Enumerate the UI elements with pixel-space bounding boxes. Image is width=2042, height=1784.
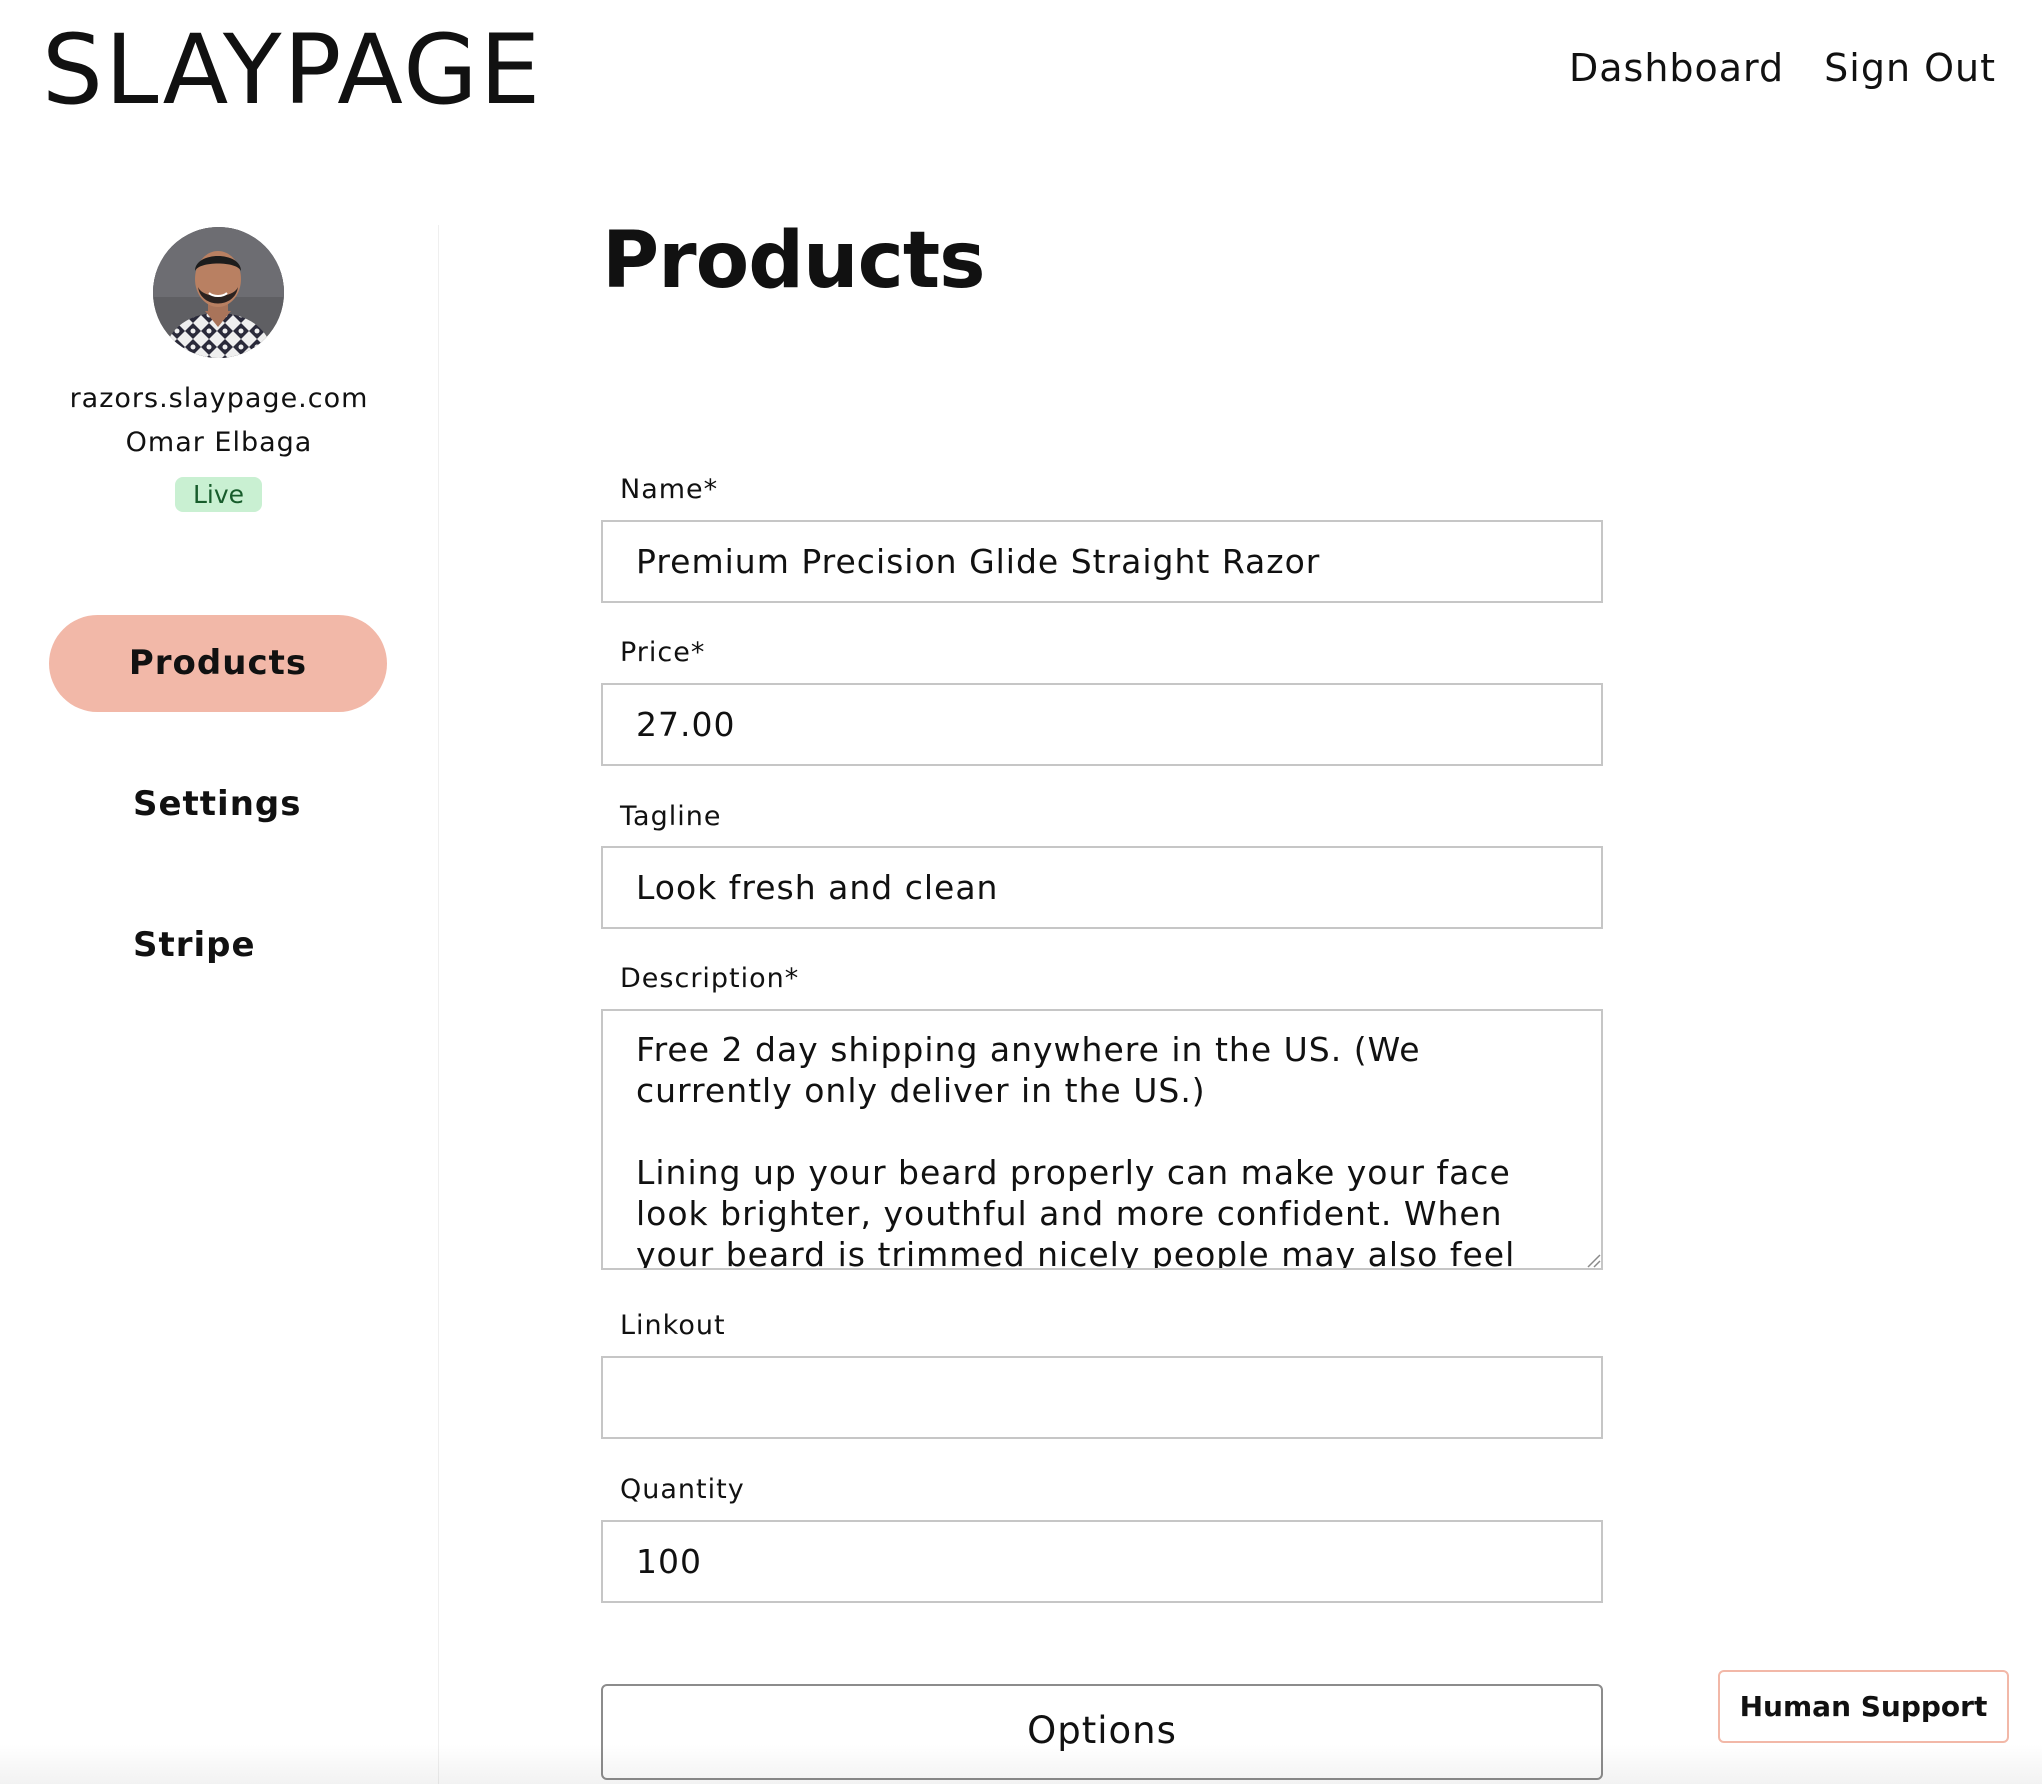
avatar-image: [153, 227, 284, 358]
name-input[interactable]: Premium Precision Glide Straight Razor: [601, 520, 1603, 603]
profile-domain: razors.slaypage.com: [69, 383, 369, 414]
quantity-label: Quantity: [620, 1474, 745, 1505]
nav-dashboard-link[interactable]: Dashboard: [1569, 46, 1784, 90]
sidebar: razors.slaypage.com Omar Elbaga Live Pro…: [0, 225, 439, 1784]
price-label: Price*: [620, 637, 706, 668]
logo[interactable]: SLAYPAGE: [42, 22, 542, 118]
sidebar-item-stripe[interactable]: Stripe: [49, 897, 387, 994]
name-label: Name*: [620, 474, 719, 505]
linkout-input[interactable]: [601, 1356, 1603, 1439]
top-nav: Dashboard Sign Out: [1569, 46, 1996, 90]
human-support-button[interactable]: Human Support: [1718, 1670, 2009, 1743]
description-textarea[interactable]: Free 2 day shipping anywhere in the US. …: [601, 1009, 1603, 1270]
page-title: Products: [602, 216, 986, 306]
linkout-label: Linkout: [620, 1310, 726, 1341]
sidebar-item-products[interactable]: Products: [49, 615, 387, 712]
options-button[interactable]: Options: [601, 1684, 1603, 1780]
tagline-label: Tagline: [620, 801, 722, 832]
status-badge: Live: [175, 477, 262, 512]
price-input[interactable]: 27.00: [601, 683, 1603, 766]
avatar: [153, 227, 284, 358]
top-header: SLAYPAGE Dashboard Sign Out: [0, 0, 2042, 150]
quantity-input[interactable]: 100: [601, 1520, 1603, 1603]
tagline-input[interactable]: Look fresh and clean: [601, 846, 1603, 929]
resize-handle-icon[interactable]: [1585, 1252, 1601, 1268]
profile-name: Omar Elbaga: [125, 427, 313, 458]
nav-sign-out-link[interactable]: Sign Out: [1824, 46, 1996, 90]
sidebar-item-settings[interactable]: Settings: [49, 756, 387, 853]
description-label: Description*: [620, 963, 800, 994]
